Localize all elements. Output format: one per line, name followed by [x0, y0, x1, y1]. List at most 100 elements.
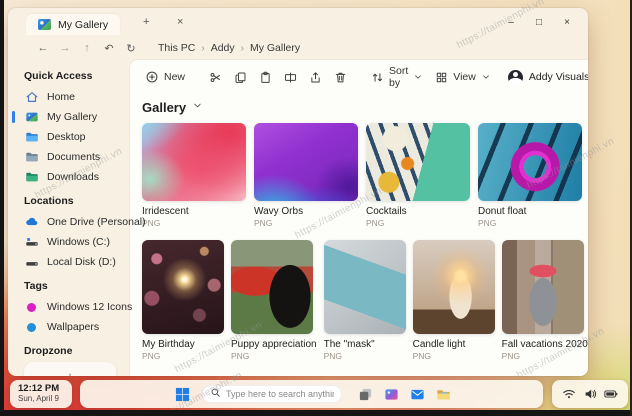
file-card-cocktails[interactable]: Cocktails PNG	[366, 123, 470, 228]
chevron-down-icon	[413, 72, 423, 82]
sidebar-item-windows-c[interactable]: Windows (C:)	[24, 232, 122, 252]
file-type: PNG	[142, 218, 161, 228]
dropzone-area[interactable]: + Drag & Drop temporary files here	[24, 362, 116, 376]
home-icon	[24, 90, 39, 105]
breadcrumb-my-gallery[interactable]: My Gallery	[250, 42, 300, 54]
view-button[interactable]: View	[430, 67, 496, 87]
rename-button[interactable]	[279, 67, 302, 87]
paste-icon	[259, 71, 272, 84]
sidebar-item-wallpapers[interactable]: Wallpapers	[24, 317, 122, 337]
file-type: PNG	[231, 351, 250, 361]
refresh-icon[interactable]: ↻	[122, 42, 140, 55]
file-card-donut-float[interactable]: Donut float PNG	[478, 123, 582, 228]
new-tab-button[interactable]: +	[138, 16, 154, 28]
tab-my-gallery[interactable]: My Gallery	[26, 14, 121, 35]
close-tab-button[interactable]: ×	[172, 16, 188, 28]
toolbar: New Sort by View Addy Visuals	[140, 65, 588, 89]
view-grid-icon	[435, 71, 448, 84]
back-icon[interactable]: ←	[34, 42, 52, 54]
tag-blue-icon	[24, 320, 39, 335]
clock-widget[interactable]: 12:12 PM Sun, April 9	[10, 380, 72, 408]
file-card-irridescent[interactable]: Irridescent PNG	[142, 123, 246, 228]
new-button[interactable]: New	[140, 67, 190, 87]
scissors-icon	[209, 71, 222, 84]
folder-icon	[24, 130, 39, 145]
user-name: Addy Visuals	[528, 71, 588, 83]
file-card-the-mask[interactable]: The "mask" PNG	[323, 240, 406, 361]
copy-button[interactable]	[229, 67, 252, 87]
file-thumbnail	[323, 240, 406, 334]
sidebar-item-documents[interactable]: Documents	[24, 147, 122, 167]
section-title-locations: Locations	[24, 195, 74, 207]
minimize-button[interactable]: –	[500, 13, 522, 31]
sidebar-item-label: Documents	[47, 151, 101, 163]
sidebar-item-downloads[interactable]: Downloads	[24, 167, 122, 187]
files-app-icon[interactable]	[435, 386, 451, 402]
screenshot-edge	[0, 0, 4, 416]
volume-icon	[582, 386, 598, 402]
file-name: Puppy appreciation	[231, 339, 317, 350]
delete-button[interactable]	[329, 67, 352, 87]
file-type: PNG	[254, 218, 273, 228]
share-icon	[309, 71, 322, 84]
file-type: PNG	[412, 351, 432, 361]
sidebar-item-my-gallery[interactable]: My Gallery	[12, 107, 122, 127]
close-button[interactable]: ×	[556, 13, 578, 31]
user-account-chip[interactable]: Addy Visuals	[507, 69, 588, 85]
windows-start-icon[interactable]	[174, 386, 190, 402]
tag-magenta-icon	[24, 300, 39, 315]
wifi-icon	[561, 386, 577, 402]
photos-app-icon[interactable]	[383, 386, 399, 402]
file-card-my-birthday[interactable]: My Birthday PNG	[142, 240, 224, 361]
gallery-heading: Gallery	[142, 99, 187, 115]
sidebar-item-desktop[interactable]: Desktop	[24, 127, 122, 147]
sidebar-item-local-disk-d[interactable]: Local Disk (D:)	[24, 252, 122, 272]
file-name: My Birthday	[142, 339, 195, 350]
section-title-tags: Tags	[24, 280, 48, 292]
breadcrumb-this-pc[interactable]: This PC	[158, 42, 195, 54]
sidebar-item-label: Wallpapers	[47, 321, 100, 333]
mail-app-icon[interactable]	[409, 386, 425, 402]
share-button[interactable]	[304, 67, 327, 87]
file-card-candle-light[interactable]: Candle light PNG	[412, 240, 495, 361]
paste-button[interactable]	[254, 67, 277, 87]
navigation-bar: ← → ↑ ↶ ↻ This PC › Addy › My Gallery	[8, 36, 588, 60]
forward-icon[interactable]: →	[56, 42, 74, 54]
gallery-tab-icon	[38, 19, 51, 30]
file-name: Candle light	[412, 339, 466, 350]
sidebar-item-label: Local Disk (D:)	[47, 256, 116, 268]
up-icon[interactable]: ↑	[78, 42, 96, 54]
rename-icon	[284, 71, 297, 84]
maximize-button[interactable]: □	[528, 13, 550, 31]
breadcrumb-separator: ›	[201, 42, 205, 54]
copy-icon	[234, 71, 247, 84]
system-tray[interactable]	[552, 380, 628, 408]
gallery-header[interactable]: Gallery	[142, 98, 580, 116]
sidebar-item-label: One Drive (Personal)	[47, 216, 146, 228]
file-thumbnail	[142, 123, 246, 201]
file-card-fall-vacations[interactable]: Fall vacations 2020 PNG	[501, 240, 588, 361]
taskbar-search-input[interactable]	[226, 389, 334, 399]
task-view-icon[interactable]	[357, 386, 373, 402]
folder-icon	[24, 170, 39, 185]
sort-by-button[interactable]: Sort by	[366, 65, 428, 89]
gallery-icon	[24, 110, 39, 125]
file-type: PNG	[366, 218, 385, 228]
undo-icon[interactable]: ↶	[100, 42, 118, 55]
breadcrumb-addy[interactable]: Addy	[211, 42, 235, 54]
taskbar: 12:12 PM Sun, April 9	[0, 380, 632, 408]
cut-button[interactable]	[204, 67, 227, 87]
file-card-wavy-orbs[interactable]: Wavy Orbs PNG	[254, 123, 358, 228]
sidebar-item-label: Home	[47, 91, 76, 103]
sidebar-item-windows-12-icons[interactable]: Windows 12 Icons	[24, 297, 132, 317]
sidebar: Quick Access Home My Gallery Desktop Doc…	[8, 60, 146, 376]
taskbar-search-field[interactable]	[202, 385, 342, 403]
section-title-quick-access: Quick Access	[24, 70, 93, 82]
file-card-puppy-appreciation[interactable]: Puppy appreciation PNG	[231, 240, 317, 361]
file-name: The "mask"	[323, 339, 375, 350]
file-name: Fall vacations 2020	[501, 339, 588, 350]
sidebar-item-home[interactable]: Home	[24, 87, 122, 107]
content-panel: New Sort by View Addy Visuals Gallery Ir…	[130, 60, 588, 376]
sidebar-item-one-drive[interactable]: One Drive (Personal)	[24, 212, 146, 232]
chevron-down-icon	[481, 72, 491, 82]
